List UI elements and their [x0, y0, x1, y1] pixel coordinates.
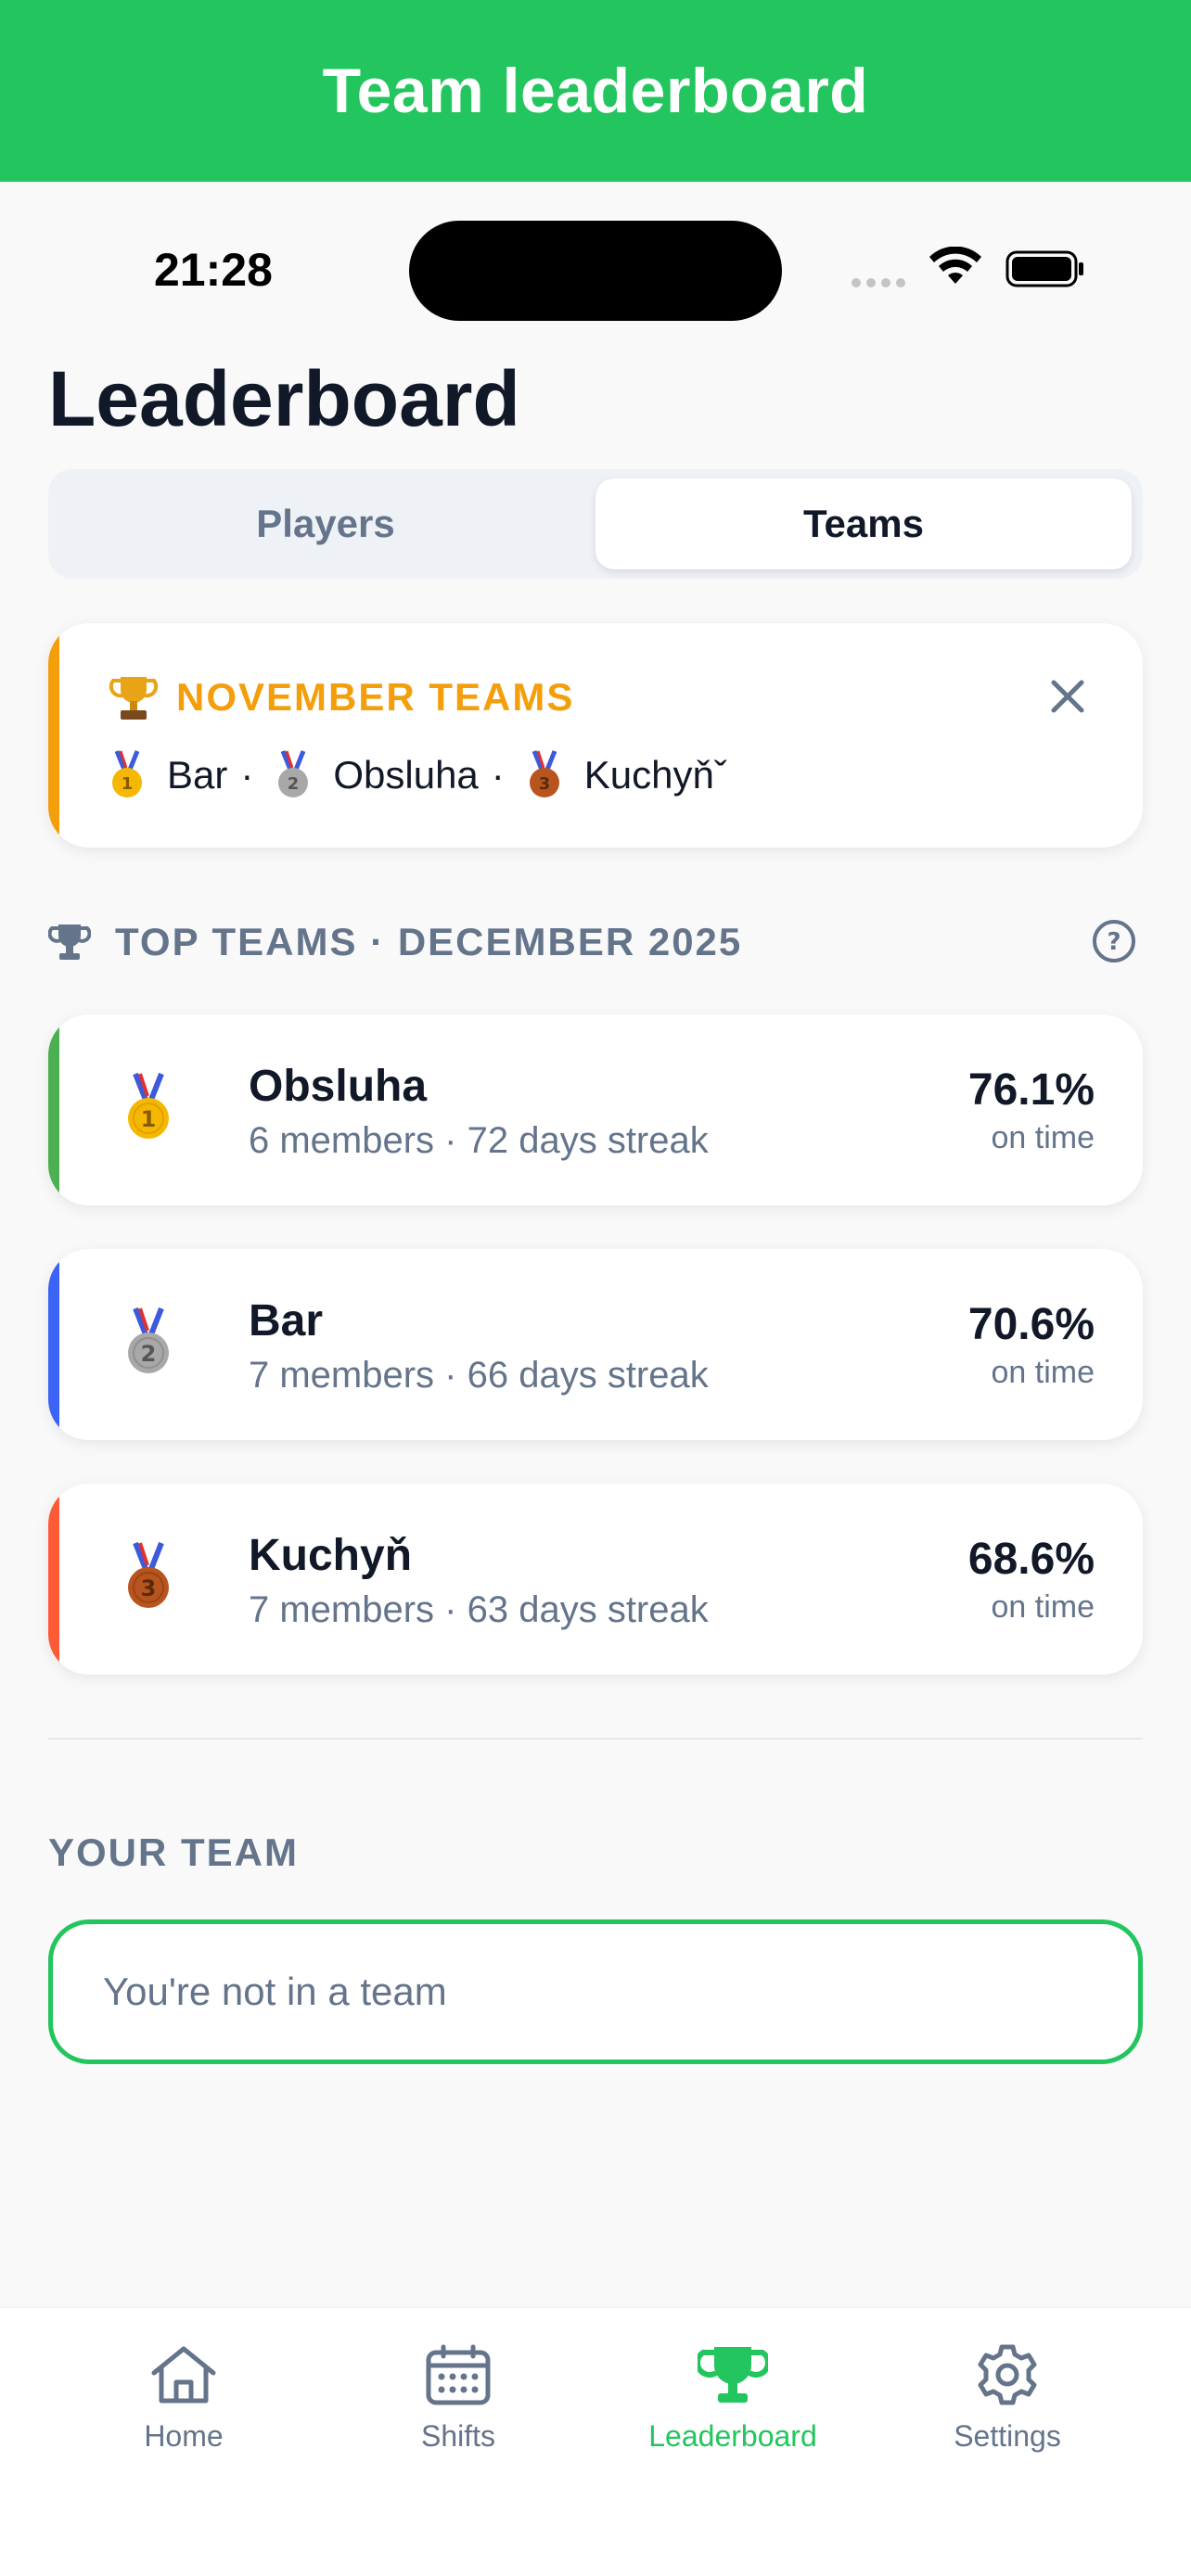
tab-home[interactable]: Home — [72, 2343, 295, 2454]
team-subtitle: 6 members · 72 days streak — [249, 1120, 709, 1161]
svg-text:3: 3 — [141, 1575, 157, 1601]
divider — [48, 1738, 1143, 1740]
team-card[interactable]: 1 Obsluha 6 members · 72 days streak 76.… — [48, 1014, 1143, 1205]
svg-text:2: 2 — [141, 1341, 157, 1367]
card-accent — [48, 623, 59, 848]
trophy-icon — [48, 925, 91, 960]
svg-text:2: 2 — [288, 774, 300, 794]
tab-leaderboard[interactable]: Leaderboard — [621, 2343, 844, 2454]
notice-header: NOVEMBER TEAMS — [108, 671, 574, 723]
november-teams-card: NOVEMBER TEAMS 1 Bar · 2 Obsluha · 3 Kuc… — [48, 623, 1143, 848]
team-card[interactable]: 3 Kuchyň 7 members · 63 days streak 68.6… — [48, 1484, 1143, 1675]
calendar-icon — [426, 2344, 491, 2405]
home-icon — [151, 2346, 216, 2404]
segment-players[interactable]: Players — [58, 478, 594, 569]
team-subtitle: 7 members · 63 days streak — [249, 1589, 709, 1630]
tab-label: Settings — [954, 2419, 1061, 2453]
team-name: Bar — [249, 1296, 324, 1345]
team-card[interactable]: 2 Bar 7 members · 66 days streak 70.6% o… — [48, 1249, 1143, 1440]
team-on-time-label: on time — [991, 1120, 1095, 1155]
gold-medal-icon: 1 — [128, 1072, 169, 1139]
team-on-time-percent: 68.6% — [967, 1535, 1095, 1584]
team-name: Kuchyň — [249, 1531, 413, 1580]
tab-settings[interactable]: Settings — [896, 2343, 1119, 2454]
team-on-time-label: on time — [991, 1355, 1095, 1390]
signal-icon — [852, 278, 905, 287]
gear-icon — [978, 2344, 1037, 2405]
players-teams-segmented-control: Players Teams — [48, 469, 1143, 579]
trophy-emoji-icon — [109, 677, 159, 720]
status-bar: 21:28 — [0, 182, 1191, 358]
bronze-medal-icon: 3 — [529, 750, 559, 797]
card-accent — [48, 1484, 59, 1675]
team-on-time-percent: 70.6% — [967, 1300, 1095, 1349]
your-team-box[interactable]: You're not in a team — [48, 1919, 1143, 2064]
tab-shifts[interactable]: Shifts — [347, 2343, 570, 2454]
help-icon[interactable]: ? — [1091, 918, 1137, 964]
top-teams-title: TOP TEAMS · DECEMBER 2025 — [115, 920, 743, 963]
team-on-time-label: on time — [991, 1589, 1095, 1625]
card-accent — [48, 1014, 59, 1205]
top-banner: Team leaderboard — [0, 0, 1191, 182]
notice-first-team: Bar — [167, 753, 228, 797]
tab-label: Shifts — [420, 2419, 496, 2453]
dynamic-island — [409, 221, 782, 321]
banner-title: Team leaderboard — [322, 56, 869, 126]
tab-bar: Home Shifts Leaderboard Settings — [0, 2307, 1191, 2576]
status-time: 21:28 — [154, 244, 273, 296]
team-subtitle: 7 members · 66 days streak — [249, 1355, 709, 1396]
tab-label: Home — [144, 2419, 224, 2453]
notice-second-team: Obsluha — [333, 753, 479, 797]
notice-title: NOVEMBER TEAMS — [176, 675, 575, 719]
card-accent — [48, 1249, 59, 1440]
silver-medal-icon: 2 — [278, 750, 309, 797]
top-teams-header: TOP TEAMS · DECEMBER 2025 ? — [48, 914, 1143, 970]
gold-medal-icon: 1 — [112, 750, 142, 797]
team-on-time-percent: 76.1% — [967, 1065, 1095, 1115]
team-name: Obsluha — [249, 1062, 428, 1111]
svg-text:1: 1 — [122, 774, 134, 794]
svg-text:3: 3 — [539, 774, 551, 794]
separator: · — [240, 753, 254, 797]
trophy-icon — [698, 2347, 768, 2403]
silver-medal-icon: 2 — [128, 1307, 169, 1373]
wifi-icon — [929, 247, 981, 284]
svg-text:?: ? — [1107, 928, 1121, 956]
tab-label: Leaderboard — [648, 2419, 817, 2453]
svg-text:1: 1 — [141, 1106, 157, 1132]
notice-third-team: Kuchyňˇ — [583, 753, 727, 797]
bronze-medal-icon: 3 — [128, 1541, 169, 1608]
close-icon[interactable] — [1046, 675, 1089, 718]
november-podium: 1 Bar · 2 Obsluha · 3 Kuchyňˇ — [108, 749, 727, 801]
your-team-empty-text: You're not in a team — [103, 1970, 447, 2013]
segment-teams[interactable]: Teams — [596, 478, 1132, 569]
page-title: Leaderboard — [48, 355, 520, 442]
your-team-label: YOUR TEAM — [48, 1830, 299, 1874]
separator: · — [491, 753, 505, 797]
battery-icon — [1005, 250, 1083, 287]
